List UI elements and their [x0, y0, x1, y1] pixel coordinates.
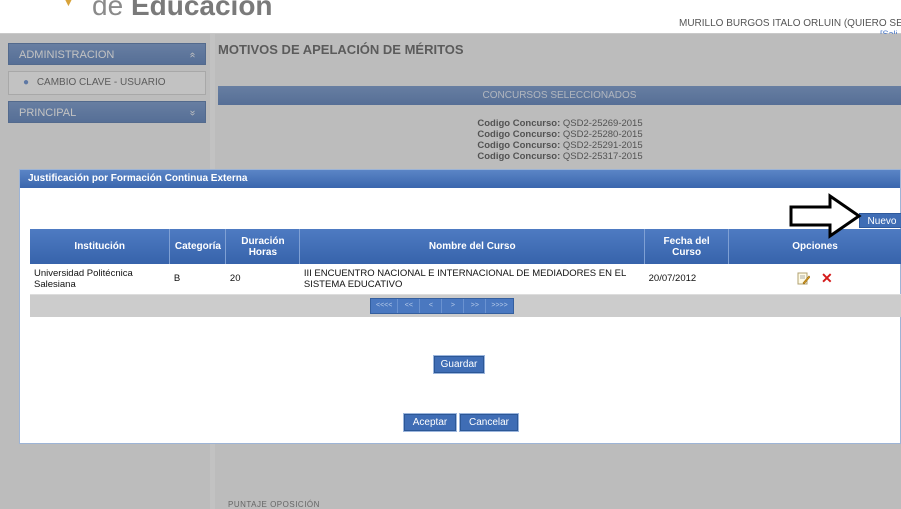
pager-next-button[interactable]: >: [442, 299, 465, 313]
cell-institucion: Universidad Politécnica Salesiana: [30, 264, 170, 295]
delete-icon[interactable]: ✕: [821, 271, 833, 285]
pager-prev-page-button[interactable]: <<: [398, 299, 421, 313]
cell-duracion: 20: [225, 264, 300, 295]
col-institucion[interactable]: Institución: [30, 229, 171, 264]
new-button[interactable]: Nuevo: [859, 213, 901, 228]
dialog-title: Justificación por Formación Continua Ext…: [20, 170, 900, 188]
accept-button[interactable]: Aceptar: [404, 414, 456, 431]
cell-categoria: B: [169, 264, 226, 295]
arrow-right-icon: [789, 193, 862, 239]
pager-first-button[interactable]: <<<<: [371, 299, 399, 313]
col-categoria[interactable]: Categoría: [169, 229, 227, 264]
cell-opciones: ✕: [728, 264, 901, 295]
table-row[interactable]: Universidad Politécnica Salesiana B 20 II…: [30, 264, 901, 295]
col-duracion[interactable]: Duración Horas: [225, 229, 301, 264]
logo-icon: ▼: [62, 0, 75, 9]
cell-nombre: III ENCUENTRO NACIONAL E INTERNACIONAL D…: [299, 264, 645, 295]
col-nombre[interactable]: Nombre del Curso: [299, 229, 646, 264]
logo-word: Educación: [130, 0, 273, 21]
logo: de Educación: [92, 0, 273, 22]
col-fecha[interactable]: Fecha del Curso: [644, 229, 730, 264]
formacion-table: Institución Categoría Duración Horas Nomb…: [30, 229, 901, 295]
top-header: ▼ de Educación MURILLO BURGOS ITALO ORLU…: [0, 0, 901, 39]
cancel-button[interactable]: Cancelar: [460, 414, 518, 431]
logo-prefix: de: [92, 0, 124, 21]
pager-next-page-button[interactable]: >>: [464, 299, 487, 313]
table-header-row: Institución Categoría Duración Horas Nomb…: [30, 229, 901, 264]
formacion-dialog: Justificación por Formación Continua Ext…: [19, 169, 901, 444]
pager-bar: <<<< << < > >> >>>>: [30, 295, 901, 317]
pagination: <<<< << < > >> >>>>: [370, 298, 514, 314]
edit-icon[interactable]: [797, 272, 811, 285]
user-name: MURILLO BURGOS ITALO ORLUIN (QUIERO SER: [679, 18, 901, 29]
pager-last-button[interactable]: >>>>: [486, 299, 512, 313]
pager-prev-button[interactable]: <: [420, 299, 443, 313]
save-button[interactable]: Guardar: [434, 356, 484, 373]
cell-fecha: 20/07/2012: [644, 264, 729, 295]
